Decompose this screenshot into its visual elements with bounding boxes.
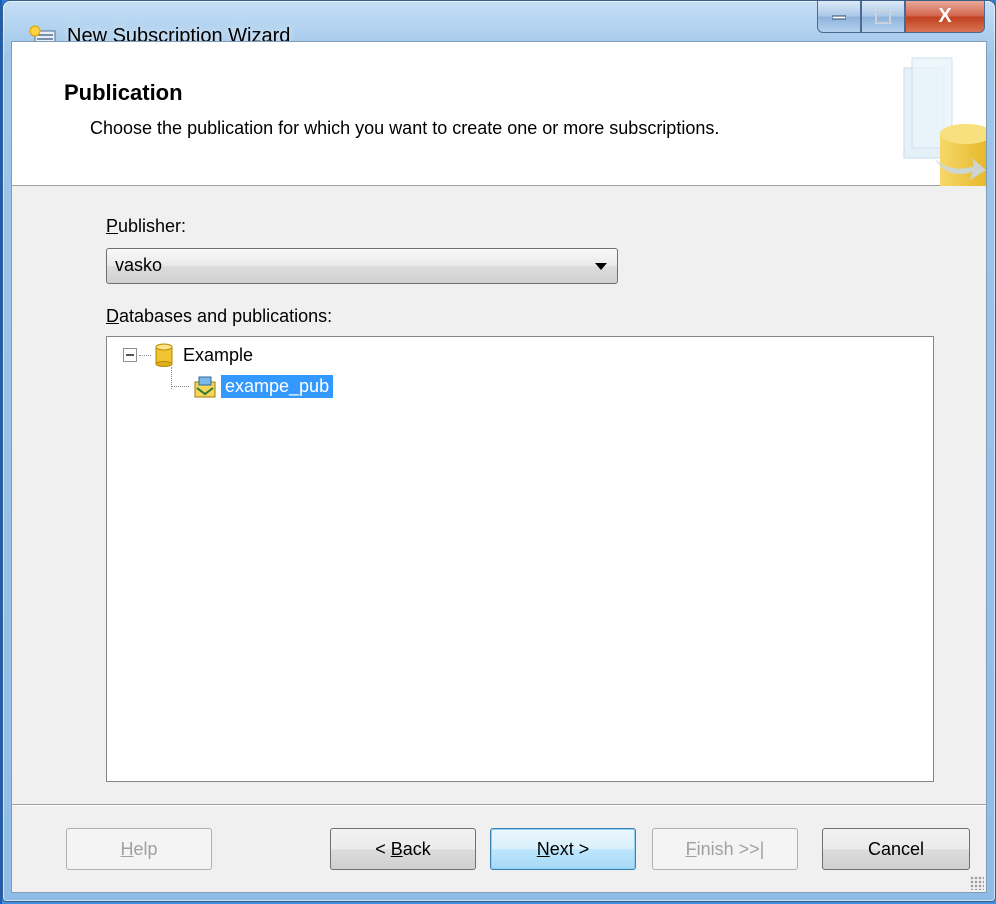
databases-publications-tree[interactable]: Example exampe_pub: [106, 336, 934, 782]
minimize-icon: [832, 15, 846, 19]
database-name: Example: [183, 344, 254, 365]
publisher-label: Publisher:: [106, 216, 187, 236]
close-icon: X: [938, 5, 952, 27]
wizard-client-area: Publication Choose the publication for w…: [11, 41, 987, 893]
help-button[interactable]: Help: [66, 828, 212, 870]
collapse-icon[interactable]: [123, 348, 137, 362]
window-controls: X: [817, 1, 985, 39]
maximize-icon: [875, 9, 891, 24]
tree-connector-h: [171, 386, 189, 387]
database-graphic-icon: [903, 57, 986, 186]
tree-connector-h: [139, 354, 151, 356]
maximize-button[interactable]: [861, 1, 905, 33]
cancel-button[interactable]: Cancel: [822, 828, 970, 870]
chevron-down-icon: [595, 263, 607, 270]
finish-button[interactable]: Finish >>|: [652, 828, 798, 870]
publication-icon: [194, 376, 216, 397]
wizard-window: New Subscription Wizard X Publication Ch…: [2, 0, 996, 902]
close-button[interactable]: X: [905, 1, 985, 33]
wizard-header: Publication Choose the publication for w…: [12, 42, 986, 186]
button-separator: [12, 804, 986, 806]
tree-node-publication[interactable]: exampe_pub: [171, 375, 334, 398]
resize-grip[interactable]: [970, 876, 984, 890]
publication-name-selected: exampe_pub: [221, 375, 334, 398]
publisher-dropdown[interactable]: vasko: [106, 248, 618, 284]
back-button[interactable]: < Back: [330, 828, 476, 870]
publisher-value: vasko: [115, 255, 163, 275]
page-subtitle: Choose the publication for which you wan…: [90, 118, 720, 138]
database-icon: [155, 343, 173, 367]
minimize-button[interactable]: [817, 1, 861, 33]
tree-node-database[interactable]: Example: [123, 343, 253, 367]
databases-label: Databases and publications:: [106, 306, 333, 326]
next-button[interactable]: Next >: [490, 828, 636, 870]
page-title: Publication: [64, 80, 183, 105]
